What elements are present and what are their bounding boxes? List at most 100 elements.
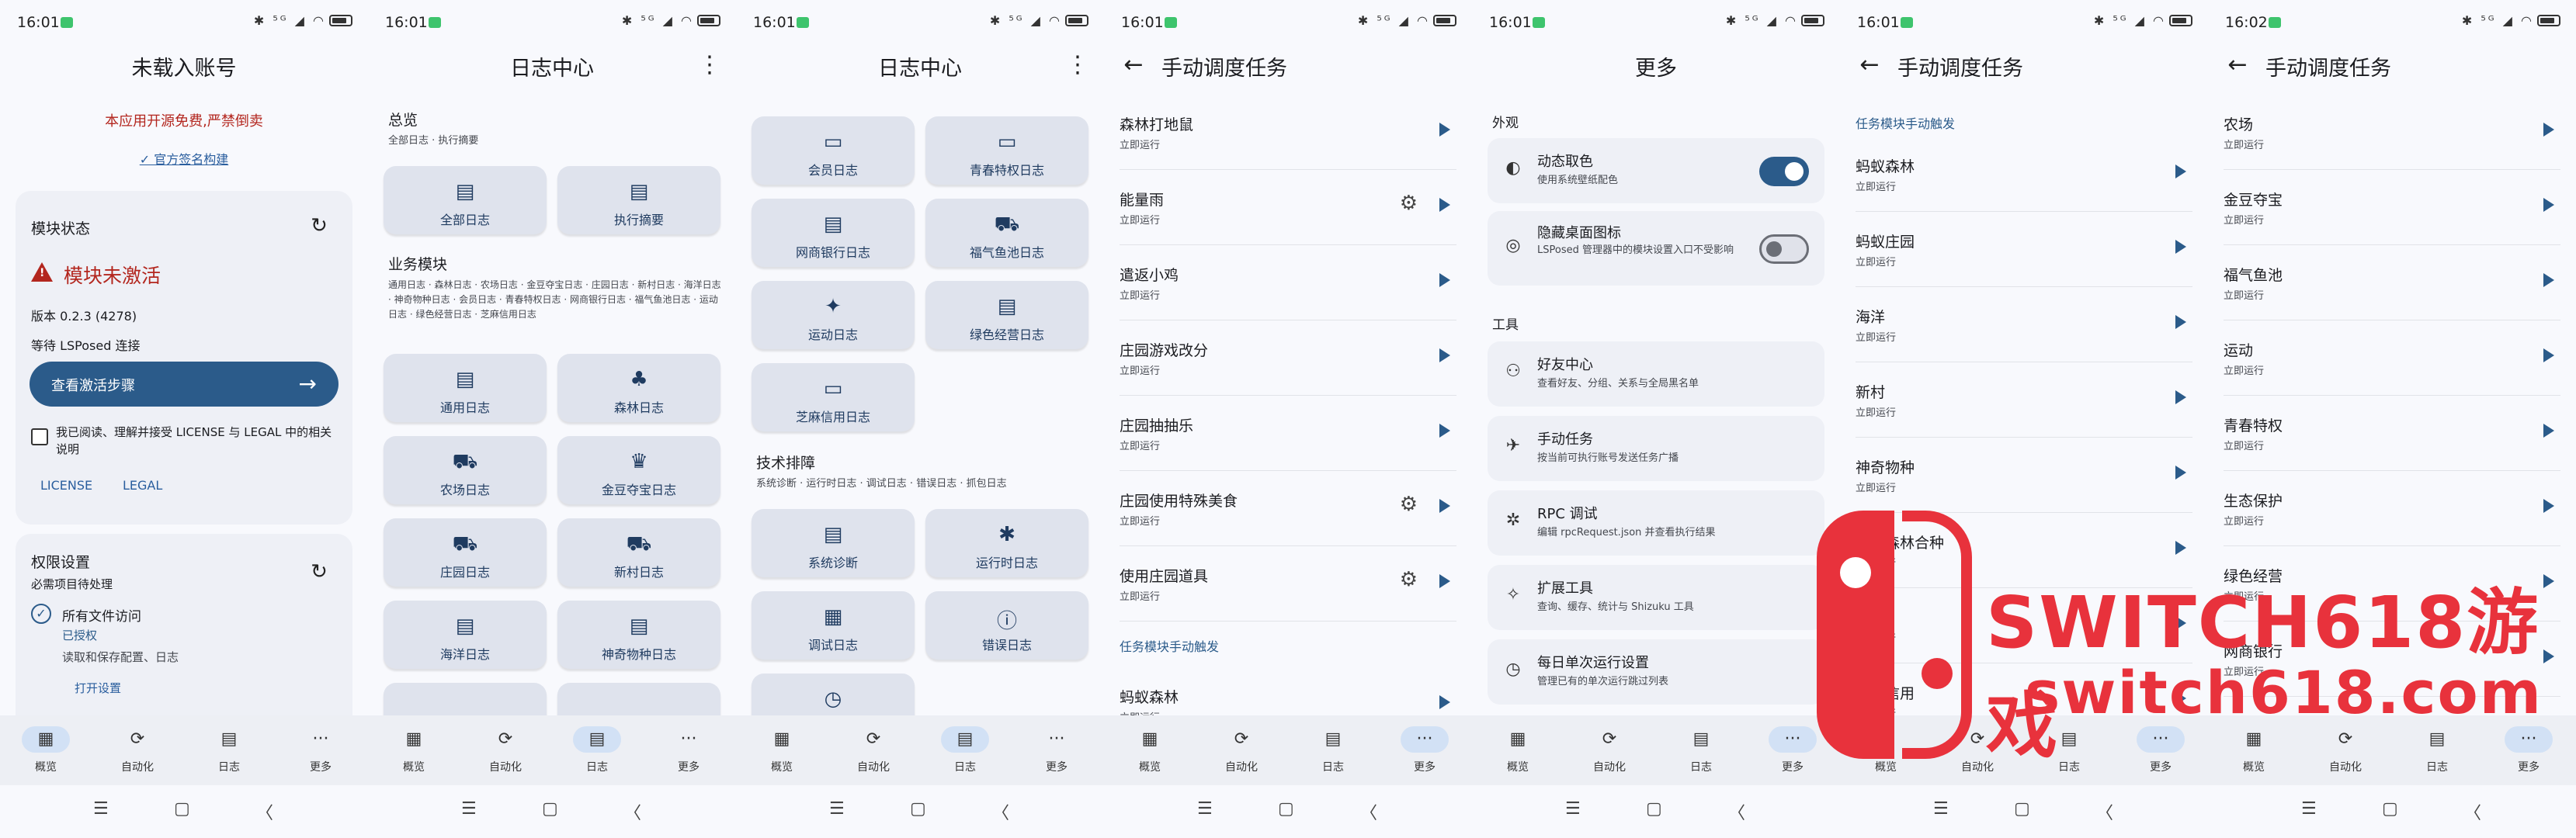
back-icon[interactable]: 〈 xyxy=(992,799,1009,824)
home-icon[interactable]: ▢ xyxy=(2382,799,2398,819)
nav-automation[interactable]: ⟳ 自动化 xyxy=(1196,726,1287,782)
nav-logs[interactable]: ▤ 日志 xyxy=(551,726,643,782)
log-tile-partial[interactable] xyxy=(384,683,547,715)
task-row[interactable]: 金豆夺宝 立即运行 xyxy=(2208,170,2576,245)
log-tile[interactable]: ▭ 芝麻信用日志 xyxy=(752,363,915,431)
nav-automation[interactable]: ⟳ 自动化 xyxy=(92,726,183,782)
task-row[interactable]: 蚂蚁森林立即运行 xyxy=(1840,137,2208,212)
log-tile[interactable]: ▤ 全部日志 xyxy=(384,166,547,234)
log-tile[interactable]: ▤ 网商银行日志 xyxy=(752,199,915,267)
log-tile-partial[interactable]: ◷ xyxy=(752,674,915,715)
nav-automation[interactable]: ⟳ 自动化 xyxy=(828,726,919,782)
log-tile[interactable]: ▦ 调试日志 xyxy=(752,591,915,660)
back-icon[interactable]: 〈 xyxy=(624,799,641,824)
nav-overview[interactable]: ▦概览 xyxy=(0,726,92,782)
menu-icon[interactable]: ☰ xyxy=(1933,799,1949,819)
task-row[interactable]: 运动 立即运行 xyxy=(2208,320,2576,396)
home-icon[interactable]: ▢ xyxy=(2014,799,2030,819)
nav-logs[interactable]: ▤ 日志 xyxy=(1655,726,1747,782)
nav-more[interactable]: ··· 更多 xyxy=(1379,726,1470,782)
nav-automation[interactable]: ⟳ 自动化 xyxy=(460,726,551,782)
back-icon[interactable]: 〈 xyxy=(2464,799,2481,824)
log-tile[interactable]: ⛟ 农场日志 xyxy=(384,436,547,504)
back-arrow-icon[interactable]: ← xyxy=(1120,51,1147,79)
back-arrow-icon[interactable]: ← xyxy=(1856,51,1883,79)
menu-icon[interactable]: ☰ xyxy=(829,799,845,819)
task-row[interactable]: 森林打地鼠 立即运行 xyxy=(1104,95,1472,170)
menu-icon[interactable]: ☰ xyxy=(93,799,109,819)
overflow-menu-icon[interactable]: ⋮ xyxy=(1065,51,1090,79)
dynamic-color-setting[interactable]: ◐ 动态取色 使用系统壁纸配色 xyxy=(1488,138,1824,203)
log-tile[interactable]: ♛ 金豆夺宝日志 xyxy=(557,436,720,504)
task-row[interactable]: 新村 立即运行 xyxy=(1840,362,2208,438)
task-row[interactable]: 蚂蚁森林立即运行 xyxy=(1104,667,1472,715)
menu-icon[interactable]: ☰ xyxy=(461,799,477,819)
extension-tools-item[interactable]: ✧ 扩展工具 查询、缓存、统计与 Shizuku 工具 xyxy=(1488,565,1824,630)
log-tile-partial[interactable] xyxy=(557,683,720,715)
task-row[interactable]: 使用庄园道具 立即运行 ⚙ xyxy=(1104,546,1472,622)
nav-automation[interactable]: ⟳ 自动化 xyxy=(1564,726,1655,782)
daily-run-settings-item[interactable]: ◷ 每日单次运行设置 管理已有的单次运行跳过列表 xyxy=(1488,639,1824,705)
gear-icon[interactable]: ⚙ xyxy=(1400,192,1418,215)
log-tile[interactable]: ⓘ 错误日志 xyxy=(925,591,1088,660)
license-link[interactable]: LICENSE xyxy=(40,478,92,493)
nav-more[interactable]: ··· 更多 xyxy=(643,726,734,782)
home-icon[interactable]: ▢ xyxy=(1278,799,1294,819)
gear-icon[interactable]: ⚙ xyxy=(1400,568,1418,591)
back-arrow-icon[interactable]: ← xyxy=(2224,51,2251,79)
nav-logs[interactable]: ▤ 日志 xyxy=(183,726,275,782)
log-tile[interactable]: ✦ 运动日志 xyxy=(752,281,915,349)
task-row[interactable]: 农场 立即运行 xyxy=(2208,95,2576,170)
log-tile[interactable]: ▤ 海洋日志 xyxy=(384,601,547,669)
menu-icon[interactable]: ☰ xyxy=(1197,799,1213,819)
nav-overview[interactable]: ▦概览 xyxy=(736,726,828,782)
nav-logs[interactable]: ▤ 日志 xyxy=(1287,726,1379,782)
log-tile[interactable]: ▭ 青春特权日志 xyxy=(925,116,1088,185)
hide-icon-switch[interactable] xyxy=(1759,234,1809,264)
menu-icon[interactable]: ☰ xyxy=(1565,799,1581,819)
home-icon[interactable]: ▢ xyxy=(174,799,190,819)
task-row[interactable]: 海洋 立即运行 xyxy=(1840,287,2208,362)
home-icon[interactable]: ▢ xyxy=(542,799,558,819)
gear-icon[interactable]: ⚙ xyxy=(1400,493,1418,516)
menu-icon[interactable]: ☰ xyxy=(2301,799,2317,819)
log-tile[interactable]: ▭ 会员日志 xyxy=(752,116,915,185)
nav-overview[interactable]: ▦概览 xyxy=(1472,726,1564,782)
log-tile[interactable]: ⛟ 庄园日志 xyxy=(384,518,547,587)
log-tile[interactable]: ⛟ 新村日志 xyxy=(557,518,720,587)
refresh-icon[interactable]: ↻ xyxy=(307,560,331,583)
nav-more[interactable]: ··· 更多 xyxy=(275,726,366,782)
task-row[interactable]: 庄园抽抽乐 立即运行 xyxy=(1104,396,1472,471)
refresh-icon[interactable]: ↻ xyxy=(307,214,331,237)
task-row[interactable]: 能量雨 立即运行 ⚙ xyxy=(1104,170,1472,245)
overflow-menu-icon[interactable]: ⋮ xyxy=(697,51,722,79)
task-row[interactable]: 遣返小鸡 立即运行 xyxy=(1104,245,1472,320)
official-build-link[interactable]: ✓ 官方签名构建 xyxy=(0,149,368,168)
log-tile[interactable]: ▤ 执行摘要 xyxy=(557,166,720,234)
log-tile[interactable]: ⛟ 福气鱼池日志 xyxy=(925,199,1088,267)
log-tile[interactable]: ▤ 通用日志 xyxy=(384,354,547,422)
legal-link[interactable]: LEGAL xyxy=(123,478,162,493)
back-icon[interactable]: 〈 xyxy=(256,799,273,824)
task-row[interactable]: 蚂蚁庄园 立即运行 xyxy=(1840,212,2208,287)
back-icon[interactable]: 〈 xyxy=(2096,799,2113,824)
view-activation-steps-button[interactable]: 查看激活步骤 → xyxy=(30,362,338,407)
manual-task-item[interactable]: ✈ 手动任务 按当前可执行账号发送任务广播 xyxy=(1488,416,1824,481)
back-icon[interactable]: 〈 xyxy=(1360,799,1377,824)
task-row[interactable]: 庄园使用特殊美食 立即运行 ⚙ xyxy=(1104,471,1472,546)
friend-center-item[interactable]: ⚇ 好友中心 查看好友、分组、关系与全局黑名单 xyxy=(1488,341,1824,407)
home-icon[interactable]: ▢ xyxy=(910,799,926,819)
log-tile[interactable]: ♣ 森林日志 xyxy=(557,354,720,422)
task-row[interactable]: 青春特权 立即运行 xyxy=(2208,396,2576,471)
nav-more[interactable]: ··· 更多 xyxy=(1011,726,1102,782)
task-row[interactable]: 神奇物种 立即运行 xyxy=(1840,438,2208,513)
back-icon[interactable]: 〈 xyxy=(1728,799,1745,824)
open-settings-link[interactable]: 打开设置 xyxy=(75,680,121,696)
hide-icon-setting[interactable]: ◎ 隐藏桌面图标 LSPosed 管理器中的模块设置入口不受影响 xyxy=(1488,211,1824,286)
nav-overview[interactable]: ▦概览 xyxy=(1104,726,1196,782)
log-tile[interactable]: ▤ 神奇物种日志 xyxy=(557,601,720,669)
task-row[interactable]: 庄园游戏改分 立即运行 xyxy=(1104,320,1472,396)
log-tile[interactable]: ▤ 系统诊断 xyxy=(752,509,915,577)
log-tile[interactable]: ▤ 绿色经营日志 xyxy=(925,281,1088,349)
nav-logs[interactable]: ▤ 日志 xyxy=(919,726,1011,782)
